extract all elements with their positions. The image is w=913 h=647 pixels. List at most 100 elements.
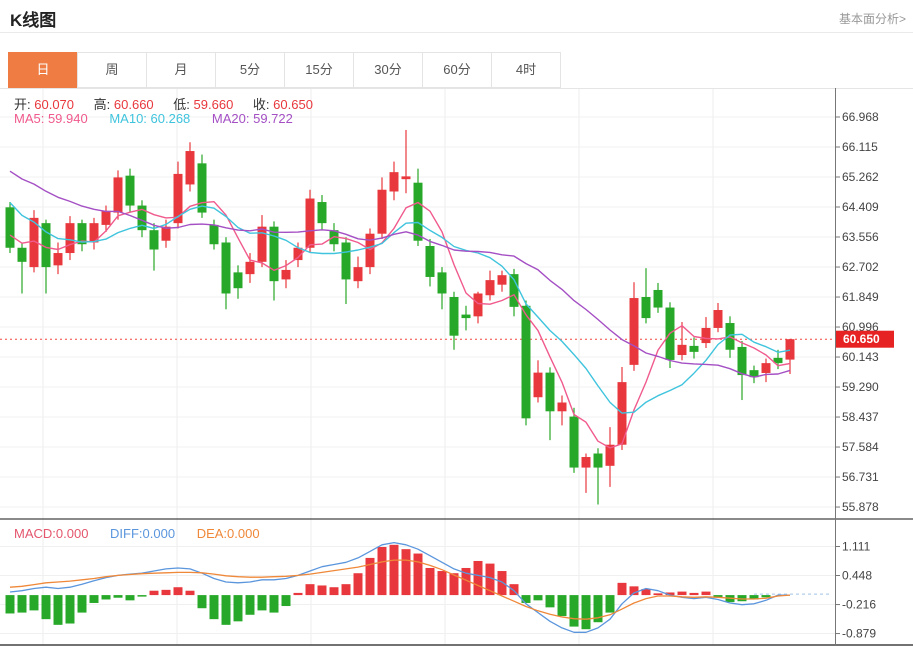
tab-period-0-日[interactable]: 日	[8, 52, 78, 88]
candle-body	[6, 207, 15, 247]
candle-body	[222, 242, 231, 293]
macd-hist-bar	[18, 595, 27, 612]
close-label: 收:	[253, 97, 270, 112]
candle-body	[498, 275, 507, 284]
macd-hist-bar	[306, 584, 315, 595]
ma5-value: MA5: 59.940	[14, 111, 88, 126]
y-axis-label: 64.409	[842, 200, 879, 214]
candle-body	[258, 227, 267, 262]
macd-hist-bar	[534, 595, 543, 600]
candle-body	[318, 202, 327, 223]
y-axis-label: 65.262	[842, 170, 879, 184]
macd-hist-bar	[378, 547, 387, 595]
candle-body	[414, 183, 423, 241]
macd-hist-bar	[294, 593, 303, 595]
candle-body	[522, 306, 531, 419]
candle-body	[702, 328, 711, 343]
macd-hist-bar	[222, 595, 231, 625]
chart-canvas: 66.96866.11565.26264.40963.55662.70261.8…	[0, 88, 913, 647]
macd-hist-bar	[114, 595, 123, 598]
macd-hist-bar	[690, 593, 699, 595]
macd-hist-bar	[522, 595, 531, 603]
candle-body	[534, 373, 543, 398]
low-label: 低:	[173, 97, 190, 112]
y-axis-label: 58.437	[842, 410, 879, 424]
candle-body	[690, 346, 699, 352]
open-value: 60.070	[34, 97, 74, 112]
candle-body	[306, 199, 315, 248]
macd-hist-bar	[546, 595, 555, 607]
tab-period-7-4时[interactable]: 4时	[491, 52, 561, 88]
candle-body	[246, 262, 255, 274]
macd-axis-label: 0.448	[842, 569, 872, 583]
candle-body	[486, 280, 495, 295]
page-title: K线图	[10, 6, 56, 31]
candle-body	[438, 272, 447, 293]
macd-hist-bar	[330, 587, 339, 595]
tab-period-4-15分[interactable]: 15分	[284, 52, 354, 88]
low-value: 59.660	[194, 97, 234, 112]
candle-body	[546, 373, 555, 412]
macd-hist-bar	[354, 573, 363, 595]
y-axis-label: 62.702	[842, 260, 879, 274]
macd-hist-bar	[54, 595, 63, 625]
macd-hist-bar	[390, 545, 399, 595]
macd-hist-bar	[558, 595, 567, 616]
candle-body	[102, 211, 111, 225]
y-axis-label: 66.968	[842, 110, 879, 124]
candle-body	[462, 315, 471, 319]
fundamental-analysis-link[interactable]: 基本面分析>	[839, 10, 906, 27]
macd-axis-label: 1.111	[842, 540, 871, 554]
macd-hist-bar	[618, 583, 627, 595]
macd-hist-bar	[198, 595, 207, 608]
macd-hist-bar	[402, 549, 411, 595]
candle-body	[366, 234, 375, 267]
candle-body	[342, 242, 351, 279]
candle-body	[654, 290, 663, 308]
ma20-value: MA20: 59.722	[212, 111, 293, 126]
tab-period-5-30分[interactable]: 30分	[353, 52, 423, 88]
ma10-value: MA10: 60.268	[109, 111, 190, 126]
kline-chart: 66.96866.11565.26264.40963.55662.70261.8…	[0, 88, 913, 647]
y-axis-label: 60.143	[842, 350, 879, 364]
candle-body	[282, 270, 291, 279]
macd-hist-bar	[654, 593, 663, 595]
high-label: 高:	[94, 97, 111, 112]
macd-hist-bar	[210, 595, 219, 619]
dea-value: DEA:0.000	[197, 526, 260, 541]
candle-body	[558, 403, 567, 412]
macd-hist-bar	[762, 595, 771, 597]
candle-body	[198, 163, 207, 212]
macd-hist-bar	[282, 595, 291, 606]
macd-hist-bar	[42, 595, 51, 619]
macd-hist-bar	[126, 595, 135, 600]
open-label: 开:	[14, 97, 31, 112]
macd-hist-bar	[174, 587, 183, 595]
y-axis-label: 63.556	[842, 230, 879, 244]
tab-period-6-60分[interactable]: 60分	[422, 52, 492, 88]
macd-hist-bar	[582, 595, 591, 629]
macd-hist-bar	[90, 595, 99, 603]
macd-hist-bar	[150, 591, 159, 595]
ma-legend: MA5: 59.940 MA10: 60.268 MA20: 59.722	[14, 111, 293, 126]
y-axis-label: 56.731	[842, 470, 879, 484]
macd-hist-bar	[30, 595, 39, 610]
candle-body	[714, 310, 723, 328]
tab-period-2-月[interactable]: 月	[146, 52, 216, 88]
tab-period-1-周[interactable]: 周	[77, 52, 147, 88]
candle-body	[582, 457, 591, 468]
candle-body	[594, 454, 603, 468]
candle-body	[402, 176, 411, 179]
candle-body	[390, 172, 399, 191]
candle-body	[786, 339, 795, 359]
macd-hist-bar	[570, 595, 579, 626]
macd-hist-bar	[6, 595, 15, 613]
macd-axis-label: -0.879	[842, 627, 876, 641]
tab-period-3-5分[interactable]: 5分	[215, 52, 285, 88]
period-tab-bar: 日周月5分15分30分60分4时	[8, 52, 561, 88]
macd-hist-bar	[474, 561, 483, 595]
y-axis-label: 57.584	[842, 440, 879, 454]
diff-value: DIFF:0.000	[110, 526, 175, 541]
macd-hist-bar	[498, 571, 507, 595]
candle-body	[354, 267, 363, 281]
